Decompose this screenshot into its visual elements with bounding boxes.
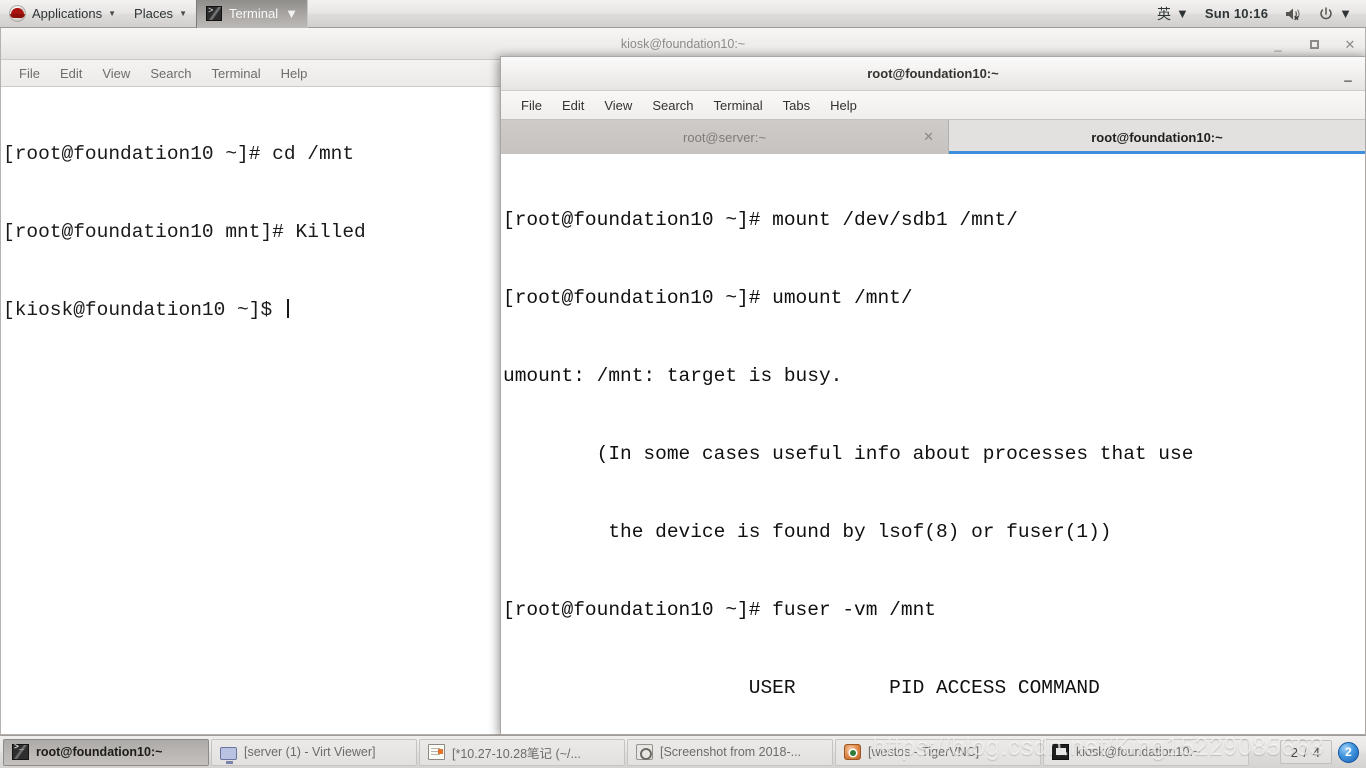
- menu-terminal[interactable]: Terminal: [704, 92, 773, 119]
- close-icon[interactable]: ✕: [1343, 37, 1357, 51]
- minimize-icon[interactable]: _: [1271, 37, 1285, 51]
- taskbar-item-label: [Screenshot from 2018-...: [660, 745, 802, 759]
- desktop: Applications ▼ Places ▼ Terminal ▼ 英 ▼ S…: [0, 0, 1366, 768]
- chevron-down-icon: ▼: [1176, 6, 1189, 21]
- tab-label: root@server:~: [683, 129, 766, 145]
- top-panel: Applications ▼ Places ▼ Terminal ▼ 英 ▼ S…: [0, 0, 1366, 28]
- image-viewer-icon: [636, 744, 653, 760]
- foreground-window-controls: _: [1341, 57, 1355, 91]
- monitor-icon: [220, 746, 237, 764]
- chevron-down-icon: ▼: [285, 6, 298, 21]
- chevron-down-icon: ▼: [1339, 6, 1352, 21]
- system-menu[interactable]: ▼: [1310, 0, 1360, 27]
- terminal-line: umount: /mnt: target is busy.: [503, 365, 843, 387]
- screen-icon: [1052, 744, 1069, 760]
- minimize-icon[interactable]: _: [1341, 67, 1355, 81]
- applications-menu[interactable]: Applications ▼: [0, 0, 125, 27]
- notification-count: 2: [1345, 745, 1352, 759]
- top-panel-status-area: 英 ▼ Sun 10:16 ▼: [1149, 0, 1366, 28]
- terminal-icon: [12, 743, 29, 760]
- foreground-terminal-output[interactable]: [root@foundation10 ~]# mount /dev/sdb1 /…: [501, 153, 1365, 734]
- menu-help[interactable]: Help: [820, 92, 867, 119]
- applications-menu-label: Applications: [32, 6, 103, 21]
- places-menu[interactable]: Places ▼: [125, 0, 196, 27]
- menu-edit[interactable]: Edit: [552, 92, 594, 119]
- places-menu-label: Places: [134, 6, 174, 21]
- clock[interactable]: Sun 10:16: [1197, 0, 1276, 27]
- menu-tabs[interactable]: Tabs: [773, 92, 820, 119]
- red-hat-logo-icon: [9, 5, 26, 22]
- taskbar-item-virt-viewer[interactable]: [server (1) - Virt Viewer]: [211, 738, 417, 766]
- taskbar-item-label: kiosk@foundation10:~: [1076, 745, 1201, 759]
- workspace-indicator-label: 2 / 4: [1290, 744, 1321, 760]
- chevron-down-icon: ▼: [108, 8, 117, 18]
- taskbar-item-root-terminal[interactable]: root@foundation10:~: [3, 738, 209, 766]
- tab-label: root@foundation10:~: [1091, 129, 1223, 145]
- chevron-down-icon: ▼: [179, 8, 187, 18]
- menu-file[interactable]: File: [511, 92, 552, 119]
- terminal-line: the device is found by lsof(8) or fuser(…: [503, 521, 1112, 543]
- taskbar-item-notes[interactable]: [*10.27-10.28笔记 (~/...: [419, 738, 625, 766]
- terminal-line: (In some cases useful info about process…: [503, 443, 1194, 465]
- menu-help[interactable]: Help: [271, 60, 318, 86]
- clock-label: Sun 10:16: [1204, 6, 1269, 21]
- foreground-window-title: root@foundation10:~: [867, 66, 999, 81]
- terminal-line: [root@foundation10 ~]# fuser -vm /mnt: [503, 599, 936, 621]
- vnc-icon: [844, 744, 861, 760]
- tab-root-server[interactable]: root@server:~ ✕: [501, 120, 949, 154]
- menu-file[interactable]: File: [9, 60, 50, 86]
- terminal-icon: [205, 6, 222, 21]
- terminal-line: [kiosk@foundation10 ~]$: [3, 299, 284, 321]
- foreground-window-menubar: File Edit View Search Terminal Tabs Help: [501, 91, 1365, 119]
- maximize-icon[interactable]: [1307, 37, 1321, 51]
- terminal-line: [root@foundation10 ~]# umount /mnt/: [503, 287, 913, 309]
- menu-search[interactable]: Search: [642, 92, 703, 119]
- taskbar-item-label: root@foundation10:~: [36, 745, 163, 759]
- window-menu-terminal-label: Terminal: [228, 6, 279, 21]
- terminal-tab-bar: root@server:~ ✕ root@foundation10:~: [501, 119, 1365, 154]
- taskbar: root@foundation10:~ [server (1) - Virt V…: [0, 735, 1366, 768]
- tab-root-foundation10[interactable]: root@foundation10:~: [949, 120, 1365, 154]
- notes-icon: [428, 744, 445, 760]
- taskbar-item-kiosk-terminal[interactable]: kiosk@foundation10:~: [1043, 738, 1249, 766]
- menu-terminal[interactable]: Terminal: [202, 60, 271, 86]
- menu-view[interactable]: View: [594, 92, 642, 119]
- window-menu-terminal[interactable]: Terminal ▼: [195, 0, 308, 28]
- taskbar-item-screenshot[interactable]: [Screenshot from 2018-...: [627, 738, 833, 766]
- foreground-terminal-window[interactable]: root@foundation10:~ _ File Edit View Sea…: [500, 56, 1366, 735]
- terminal-line: [root@foundation10 ~]# mount /dev/sdb1 /…: [503, 209, 1018, 231]
- taskbar-item-tigervnc[interactable]: [westos - TigerVNC]: [835, 738, 1041, 766]
- menu-edit[interactable]: Edit: [50, 60, 92, 86]
- power-icon: [1320, 6, 1332, 19]
- text-cursor: [286, 299, 289, 318]
- menu-search[interactable]: Search: [140, 60, 201, 86]
- taskbar-item-label: [server (1) - Virt Viewer]: [244, 745, 376, 759]
- volume-indicator[interactable]: [1276, 0, 1310, 27]
- speaker-muted-icon: [1286, 8, 1300, 20]
- workspace-switcher[interactable]: 2 / 4: [1279, 740, 1332, 764]
- menu-view[interactable]: View: [92, 60, 140, 86]
- notification-badge[interactable]: 2: [1338, 741, 1359, 763]
- input-method-indicator[interactable]: 英 ▼: [1149, 0, 1197, 27]
- foreground-window-titlebar[interactable]: root@foundation10:~ _: [501, 57, 1365, 91]
- tab-close-icon[interactable]: ✕: [923, 129, 934, 145]
- background-window-title: kiosk@foundation10:~: [620, 36, 746, 51]
- ime-label: 英: [1157, 6, 1172, 23]
- terminal-line: USER PID ACCESS COMMAND: [503, 677, 1100, 699]
- taskbar-item-label: [*10.27-10.28笔记 (~/...: [452, 746, 581, 761]
- taskbar-item-label: [westos - TigerVNC]: [868, 745, 980, 759]
